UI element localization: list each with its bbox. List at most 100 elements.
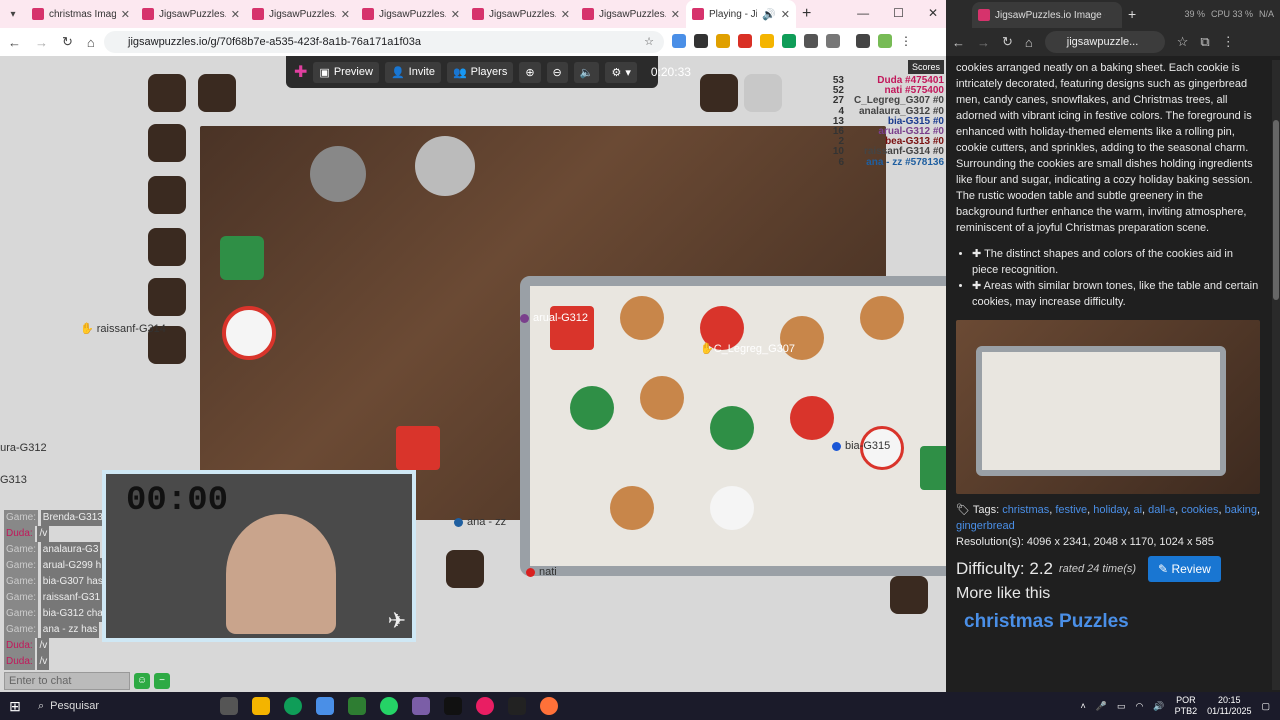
- reload-icon[interactable]: ↻: [62, 34, 73, 50]
- forward-icon[interactable]: →: [977, 35, 990, 50]
- reload-icon[interactable]: ↻: [1002, 34, 1013, 50]
- puzzle-piece[interactable]: [148, 176, 186, 214]
- home-icon[interactable]: ⌂: [1025, 35, 1033, 50]
- zoom-out-button[interactable]: ⊖: [546, 61, 568, 83]
- extension-icon[interactable]: [782, 34, 796, 48]
- puzzle-piece[interactable]: [700, 74, 738, 112]
- preview-button[interactable]: ▣ Preview: [313, 61, 379, 83]
- puzzle-piece[interactable]: [148, 228, 186, 266]
- battery-icon[interactable]: ▭: [1117, 701, 1126, 712]
- tag-link[interactable]: baking: [1225, 504, 1257, 516]
- tab-jigsaw-3[interactable]: JigsawPuzzles.io ✕: [356, 0, 466, 28]
- profile-avatar[interactable]: [878, 34, 892, 48]
- address-bar[interactable]: jigsawpuzzle...: [1044, 31, 1165, 53]
- back-icon[interactable]: ←: [8, 35, 21, 50]
- tab-jigsaw-5[interactable]: JigsawPuzzles.io ✕: [576, 0, 686, 28]
- puzzle-thumbnail-image[interactable]: [956, 320, 1260, 494]
- app-icon[interactable]: [412, 697, 430, 715]
- scrollbar-thumb[interactable]: [1273, 120, 1279, 300]
- puzzle-piece[interactable]: [744, 74, 782, 112]
- taskbar-search[interactable]: ⌕ Pesquisar: [30, 692, 210, 720]
- bookmark-star-icon[interactable]: ☆: [644, 31, 654, 53]
- new-tab-button[interactable]: +: [802, 5, 811, 23]
- close-icon[interactable]: ✕: [451, 8, 460, 21]
- tab-playing[interactable]: Playing - Jigs 🔊 ✕: [686, 0, 796, 28]
- menu-icon[interactable]: ⋮: [1222, 34, 1235, 50]
- chrome-icon[interactable]: [284, 697, 302, 715]
- task-view-icon[interactable]: [220, 697, 238, 715]
- tag-link[interactable]: holiday: [1093, 504, 1127, 516]
- scrollbar[interactable]: [1272, 60, 1280, 690]
- tab-christmas-images[interactable]: christmas Images ✕: [26, 0, 136, 28]
- puzzle-piece[interactable]: [148, 74, 186, 112]
- volume-icon[interactable]: 🔊: [1153, 701, 1164, 712]
- minimize-icon[interactable]: —: [857, 6, 869, 20]
- back-icon[interactable]: ←: [952, 35, 965, 50]
- settings-button[interactable]: ⚙ ▾: [605, 61, 637, 83]
- app-icon[interactable]: [476, 697, 494, 715]
- wifi-icon[interactable]: ◠: [1136, 701, 1144, 712]
- chat-input[interactable]: Enter to chat: [4, 672, 130, 690]
- maximize-icon[interactable]: ☐: [893, 6, 904, 20]
- new-tab-button[interactable]: +: [1128, 6, 1136, 22]
- tag-link[interactable]: gingerbread: [956, 520, 1015, 532]
- extension-icon[interactable]: [716, 34, 730, 48]
- chat-emoji-button[interactable]: ☺: [134, 673, 150, 689]
- close-icon[interactable]: ✕: [561, 8, 570, 21]
- app-icon[interactable]: [316, 697, 334, 715]
- puzzle-piece[interactable]: [446, 550, 484, 588]
- chat-minimize-button[interactable]: −: [154, 673, 170, 689]
- firefox-icon[interactable]: [540, 697, 558, 715]
- notification-icon[interactable]: ▢: [1261, 701, 1270, 712]
- sound-button[interactable]: 🔈: [573, 61, 600, 83]
- chevron-up-icon[interactable]: ˄: [1081, 701, 1086, 711]
- media-icon[interactable]: [856, 34, 870, 48]
- tag-link[interactable]: christmas: [1002, 504, 1049, 516]
- tab-search-chevron-icon[interactable]: ▾: [0, 9, 26, 20]
- language-indicator[interactable]: POR PTB2: [1175, 695, 1198, 717]
- close-window-icon[interactable]: ✕: [928, 6, 938, 20]
- forward-icon[interactable]: →: [35, 35, 48, 50]
- close-icon[interactable]: ✕: [781, 8, 790, 21]
- tab-jigsaw-4[interactable]: JigsawPuzzles.io ✕: [466, 0, 576, 28]
- close-icon[interactable]: ✕: [121, 8, 130, 21]
- close-icon[interactable]: ✕: [341, 8, 350, 21]
- windows-start-icon[interactable]: ⊞: [0, 698, 30, 715]
- extensions-puzzle-icon[interactable]: [826, 34, 840, 48]
- extension-icon[interactable]: [804, 34, 818, 48]
- close-icon[interactable]: ✕: [671, 8, 680, 21]
- app-icon[interactable]: [348, 697, 366, 715]
- players-button[interactable]: 👥 Players: [446, 61, 514, 83]
- whatsapp-icon[interactable]: [380, 697, 398, 715]
- puzzle-piece[interactable]: [890, 576, 928, 614]
- address-bar[interactable]: jigsawpuzzles.io/g/70f68b7e-a535-423f-8a…: [104, 31, 664, 53]
- tag-link[interactable]: cookies: [1181, 504, 1218, 516]
- extensions-puzzle-icon[interactable]: ⧉: [1200, 34, 1209, 50]
- tab-jigsaw-1[interactable]: JigsawPuzzles.io ✕: [136, 0, 246, 28]
- puzzle-piece[interactable]: [198, 74, 236, 112]
- bookmark-star-icon[interactable]: ☆: [1177, 34, 1189, 50]
- review-button[interactable]: ✎ Review: [1148, 556, 1221, 582]
- invite-button[interactable]: 👤 Invite: [384, 61, 441, 83]
- extension-icon[interactable]: [672, 34, 686, 48]
- menu-icon[interactable]: ⋮: [900, 34, 912, 48]
- tag-link[interactable]: dall-e: [1148, 504, 1175, 516]
- extension-icon[interactable]: [694, 34, 708, 48]
- category-title-link[interactable]: christmas Puzzles: [964, 612, 1262, 631]
- puzzle-piece[interactable]: [148, 278, 186, 316]
- tag-link[interactable]: festive: [1055, 504, 1087, 516]
- zoom-in-button[interactable]: ⊕: [519, 61, 541, 83]
- puzzle-piece[interactable]: [148, 124, 186, 162]
- speaker-icon[interactable]: 🔊: [762, 8, 776, 21]
- tag-link[interactable]: ai: [1133, 504, 1142, 516]
- extension-icon[interactable]: [738, 34, 752, 48]
- tab-image-festive[interactable]: JigsawPuzzles.io Image - Festi: [972, 2, 1122, 28]
- scores-button[interactable]: Scores: [907, 60, 944, 74]
- home-icon[interactable]: ⌂: [87, 35, 95, 50]
- close-icon[interactable]: ✕: [231, 8, 240, 21]
- notion-icon[interactable]: [508, 697, 526, 715]
- puzzle-game-area[interactable]: ✚ ▣ Preview 👤 Invite 👥 Players ⊕ ⊖ 🔈 ⚙ ▾ 0:2…: [0, 56, 946, 692]
- extension-icon[interactable]: [760, 34, 774, 48]
- clock[interactable]: 20:15 01/11/2025: [1207, 695, 1251, 717]
- obs-icon[interactable]: [444, 697, 462, 715]
